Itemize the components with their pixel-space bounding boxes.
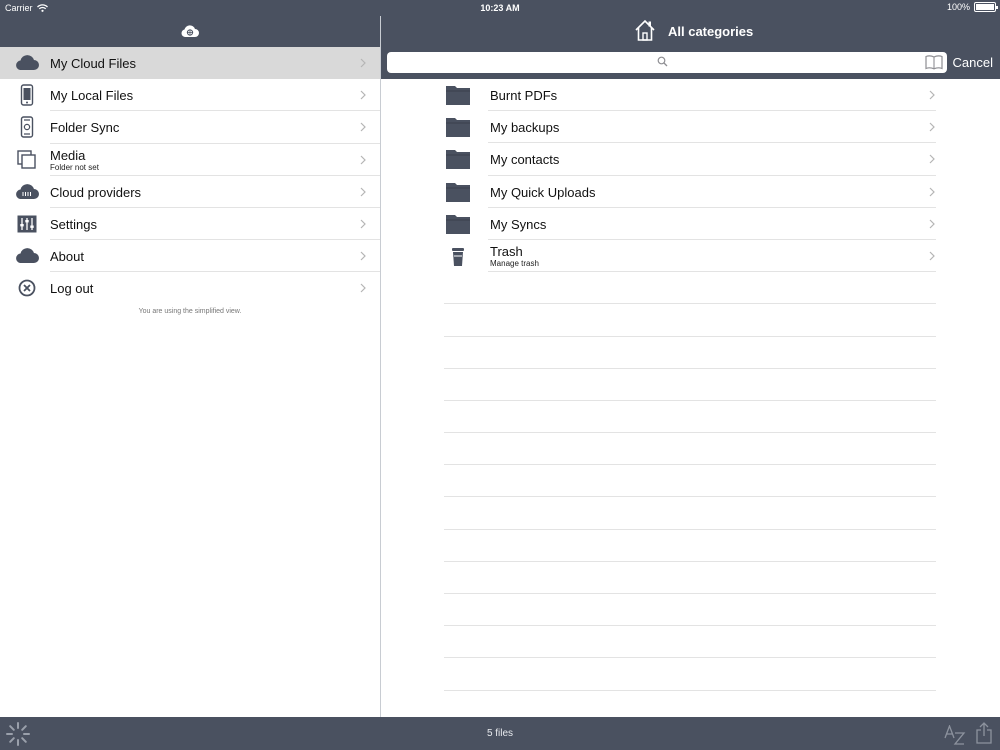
file-list: Burnt PDFs My backups My contacts My Qui… bbox=[381, 79, 1000, 691]
list-item[interactable]: Burnt PDFs bbox=[381, 79, 1000, 112]
chevron-right-icon bbox=[929, 154, 935, 164]
sidebar-item-log-out[interactable]: Log out bbox=[0, 272, 380, 304]
empty-row bbox=[381, 626, 1000, 659]
sidebar-item-my-cloud-files[interactable]: My Cloud Files bbox=[0, 47, 380, 80]
file-name: My Syncs bbox=[490, 216, 547, 232]
folder-sync-icon bbox=[14, 116, 40, 139]
chevron-right-icon bbox=[929, 90, 935, 100]
status-bar: Carrier 10:23 AM 100% bbox=[0, 0, 1000, 16]
search-bar: Cancel bbox=[381, 47, 1000, 79]
chevron-right-icon bbox=[929, 187, 935, 196]
list-item[interactable]: My contacts bbox=[381, 143, 1000, 176]
sidebar-item-label: Folder Sync bbox=[50, 120, 120, 136]
sidebar-item-media[interactable]: Media Folder not set bbox=[0, 144, 380, 176]
folder-icon bbox=[446, 118, 470, 138]
empty-row bbox=[381, 337, 1000, 369]
empty-row bbox=[381, 272, 1000, 305]
file-count: 5 files bbox=[486, 728, 514, 739]
sidebar-item-label: Cloud providers bbox=[50, 184, 142, 200]
sidebar-item-label: Media bbox=[50, 147, 86, 163]
list-item[interactable]: My Quick Uploads bbox=[381, 176, 1000, 208]
empty-row bbox=[381, 562, 1000, 594]
bookmarks-icon[interactable] bbox=[925, 54, 943, 70]
chevron-right-icon bbox=[929, 219, 935, 229]
chevron-right-icon bbox=[360, 90, 366, 100]
chevron-right-icon bbox=[929, 122, 935, 132]
sidebar-item-label: My Cloud Files bbox=[50, 56, 136, 71]
file-name: My backups bbox=[490, 120, 560, 136]
media-icon bbox=[14, 149, 40, 170]
home-icon[interactable] bbox=[634, 18, 656, 42]
sidebar-item-label: My Local Files bbox=[50, 88, 134, 104]
file-name: Trash bbox=[490, 243, 523, 259]
folder-icon bbox=[446, 86, 470, 105]
empty-row bbox=[381, 658, 1000, 691]
chevron-right-icon bbox=[360, 155, 366, 164]
clock: 10:23 AM bbox=[480, 3, 520, 13]
sidebar-item-label: About bbox=[50, 249, 84, 265]
empty-row bbox=[381, 304, 1000, 337]
file-name: Burnt PDFs bbox=[490, 88, 558, 103]
sidebar-item-folder-sync[interactable]: Folder Sync bbox=[0, 111, 380, 144]
chevron-right-icon bbox=[360, 251, 366, 261]
chevron-right-icon bbox=[360, 58, 366, 68]
sidebar-item-my-local-files[interactable]: My Local Files bbox=[0, 79, 380, 112]
sidebar-item-settings[interactable]: Settings bbox=[0, 208, 380, 241]
file-sublabel: Manage trash bbox=[490, 258, 539, 268]
list-item[interactable]: My Syncs bbox=[381, 208, 1000, 240]
cloud-icon bbox=[14, 53, 40, 73]
folder-icon bbox=[446, 214, 470, 234]
empty-row bbox=[381, 465, 1000, 498]
chevron-right-icon bbox=[360, 219, 366, 229]
cloud-providers-icon bbox=[14, 182, 40, 202]
share-icon[interactable] bbox=[975, 722, 993, 744]
empty-row bbox=[381, 530, 1000, 562]
chevron-right-icon bbox=[360, 187, 366, 197]
sidebar-header bbox=[0, 16, 380, 47]
sort-az-icon[interactable] bbox=[944, 725, 966, 745]
empty-row bbox=[381, 497, 1000, 530]
page-title: All categories bbox=[668, 24, 754, 39]
file-name: My Quick Uploads bbox=[490, 184, 596, 200]
search-input[interactable] bbox=[387, 52, 947, 73]
battery-icon bbox=[974, 2, 998, 12]
sidebar-item-label: Log out bbox=[50, 281, 94, 297]
chevron-right-icon bbox=[360, 122, 366, 132]
bottom-toolbar: 5 files bbox=[0, 717, 1000, 750]
phone-icon bbox=[14, 84, 40, 106]
sidebar-item-sublabel: Folder not set bbox=[50, 162, 99, 172]
sliders-icon bbox=[14, 214, 40, 234]
sidebar-item-label: Settings bbox=[50, 216, 97, 232]
search-icon bbox=[657, 56, 668, 67]
file-name: My contacts bbox=[490, 152, 560, 168]
chevron-right-icon bbox=[929, 251, 935, 261]
folder-icon bbox=[446, 182, 470, 202]
chevron-right-icon bbox=[360, 283, 366, 293]
trash-icon bbox=[452, 247, 464, 266]
empty-row bbox=[381, 401, 1000, 434]
folder-icon bbox=[446, 150, 470, 170]
battery-percent: 100% bbox=[946, 2, 970, 12]
empty-row bbox=[381, 369, 1000, 401]
cloud-icon bbox=[14, 246, 40, 266]
navigation-bar: All categories bbox=[381, 16, 1000, 47]
battery-group: 100% bbox=[946, 2, 998, 12]
logout-icon bbox=[14, 278, 40, 298]
sidebar-item-about[interactable]: About bbox=[0, 240, 380, 273]
list-item[interactable]: Trash Manage trash bbox=[381, 240, 1000, 273]
sidebar-item-cloud-providers[interactable]: Cloud providers bbox=[0, 176, 380, 208]
sidebar: My Cloud Files My Local Files Folder Syn… bbox=[0, 47, 380, 305]
simplified-view-note: You are using the simplified view. bbox=[138, 308, 242, 315]
list-item[interactable]: My backups bbox=[381, 111, 1000, 144]
empty-row bbox=[381, 433, 1000, 466]
app-logo-icon bbox=[181, 25, 199, 37]
cancel-button[interactable]: Cancel bbox=[953, 55, 993, 70]
empty-row bbox=[381, 594, 1000, 627]
